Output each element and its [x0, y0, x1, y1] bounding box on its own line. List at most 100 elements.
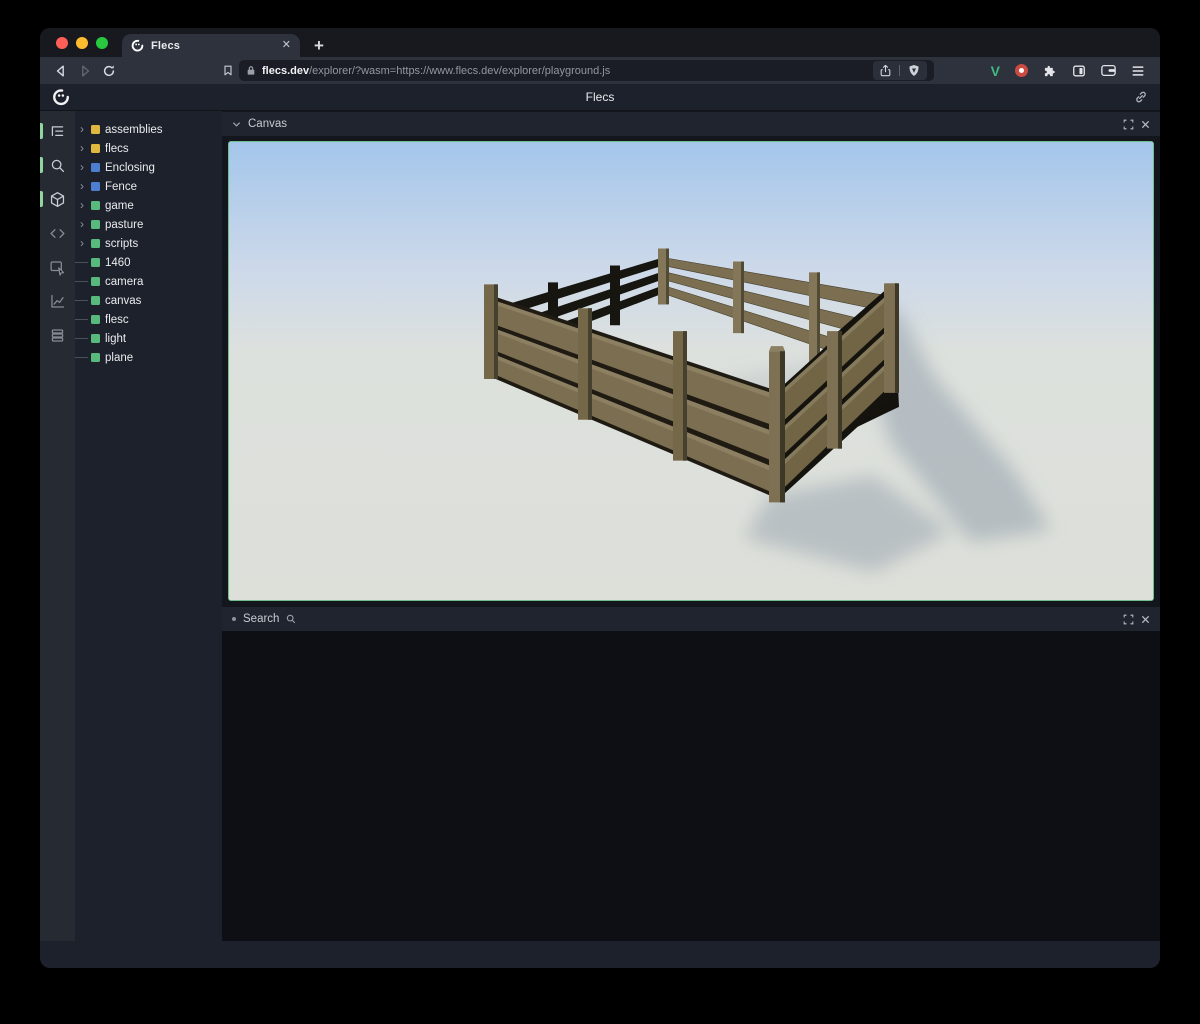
rail-code-button[interactable] [40, 220, 75, 246]
search-panel-body[interactable] [222, 631, 1160, 941]
tree-item-pasture[interactable]: › pasture [75, 215, 222, 234]
tree-item-1460[interactable]: 1460 [75, 253, 222, 272]
entity-label: light [105, 333, 126, 345]
wallet-icon[interactable] [1101, 64, 1116, 77]
rail-cube-button[interactable] [40, 186, 75, 212]
entity-label: flesc [105, 314, 129, 326]
rail-search-button[interactable] [40, 152, 75, 178]
flecs-logo [52, 88, 70, 106]
entity-label: game [105, 200, 134, 212]
extensions-puzzle-icon[interactable] [1043, 64, 1057, 78]
entity-color-square [91, 353, 100, 362]
tree-item-light[interactable]: light [75, 329, 222, 348]
entity-tree: ›assemblies›flecs›Enclosing›Fence›game›p… [75, 111, 222, 941]
brave-shield-icon[interactable] [908, 64, 920, 77]
zoom-button[interactable] [96, 37, 108, 49]
expand-chevron-icon[interactable]: › [75, 219, 89, 231]
leaf-line [75, 300, 88, 301]
app-header: Flecs [40, 84, 1160, 111]
tree-item-Fence[interactable]: › Fence [75, 177, 222, 196]
rail-inspector-button[interactable] [40, 254, 75, 280]
expand-chevron-icon[interactable]: › [75, 124, 89, 136]
entity-color-square [91, 182, 100, 191]
share-group [873, 61, 927, 80]
address-bar[interactable]: flecs.dev/explorer/?wasm=https://www.fle… [239, 60, 934, 81]
canvas-3d-viewport[interactable] [228, 141, 1154, 601]
rail-rows-button[interactable] [40, 322, 75, 348]
tab-title: Flecs [151, 40, 275, 52]
entity-label: Fence [105, 181, 137, 193]
expand-chevron-icon[interactable]: › [75, 238, 89, 250]
tab-close-icon[interactable]: ✕ [282, 40, 291, 51]
bookmark-icon[interactable] [222, 64, 234, 77]
tree-item-plane[interactable]: plane [75, 348, 222, 367]
entity-color-square [91, 258, 100, 267]
entity-color-square [91, 315, 100, 324]
rail-chart-button[interactable] [40, 288, 75, 314]
leaf-line [75, 319, 88, 320]
entity-color-square [91, 144, 100, 153]
entity-color-square [91, 334, 100, 343]
back-button[interactable] [49, 60, 73, 82]
leaf-line [75, 281, 88, 282]
sidebar-toggle-icon[interactable] [1072, 64, 1086, 78]
entity-label: Enclosing [105, 162, 155, 174]
tree-item-Enclosing[interactable]: › Enclosing [75, 158, 222, 177]
browser-tab[interactable]: Flecs ✕ [122, 34, 300, 57]
entity-color-square [91, 277, 100, 286]
collapsed-dot-icon[interactable] [232, 617, 236, 621]
entity-label: assemblies [105, 124, 163, 136]
entity-color-square [91, 239, 100, 248]
chevron-down-icon[interactable] [232, 120, 241, 129]
fullscreen-icon[interactable] [1123, 119, 1134, 130]
active-pill [40, 191, 43, 207]
flecs-explorer-app: Flecs ›assemblies›flecs›Enclosing›Fence›… [40, 84, 1160, 941]
main-panels: Canvas [222, 111, 1160, 941]
vue-devtools-icon[interactable]: V [991, 63, 1000, 79]
forward-button[interactable] [73, 60, 97, 82]
entity-label: pasture [105, 219, 143, 231]
menu-button[interactable] [1131, 65, 1145, 77]
tree-item-game[interactable]: › game [75, 196, 222, 215]
browser-window: Flecs ✕ + flecs.dev/explorer/?wasm=https… [40, 28, 1160, 968]
tree-item-flesc[interactable]: flesc [75, 310, 222, 329]
search-panel-title: Search [243, 613, 279, 625]
close-panel-icon[interactable] [1141, 120, 1150, 129]
expand-chevron-icon[interactable]: › [75, 143, 89, 155]
entity-label: 1460 [105, 257, 131, 269]
extension-badge-icon[interactable] [1015, 64, 1028, 77]
url-path: /explorer/?wasm=https://www.flecs.dev/ex… [309, 65, 610, 77]
expand-chevron-icon[interactable]: › [75, 162, 89, 174]
reload-button[interactable] [97, 60, 121, 82]
search-panel-header[interactable]: Search [222, 607, 1160, 631]
entity-color-square [91, 201, 100, 210]
close-panel-icon[interactable] [1141, 615, 1150, 624]
expand-chevron-icon[interactable]: › [75, 181, 89, 193]
canvas-panel-title: Canvas [248, 118, 287, 130]
entity-label: canvas [105, 295, 141, 307]
entity-label: scripts [105, 238, 138, 250]
entity-color-square [91, 296, 100, 305]
expand-chevron-icon[interactable]: › [75, 200, 89, 212]
tree-item-canvas[interactable]: canvas [75, 291, 222, 310]
tree-item-flecs[interactable]: ›flecs [75, 139, 222, 158]
inspector-icon [49, 259, 66, 276]
close-button[interactable] [56, 37, 68, 49]
code-icon [49, 225, 66, 242]
tree-item-assemblies[interactable]: › assemblies [75, 120, 222, 139]
permalink-icon[interactable] [1134, 90, 1148, 104]
minimize-button[interactable] [76, 37, 88, 49]
share-icon[interactable] [880, 64, 891, 77]
divider [899, 65, 900, 76]
new-tab-button[interactable]: + [314, 37, 324, 54]
url-host: flecs.dev [262, 65, 309, 77]
url-text: flecs.dev/explorer/?wasm=https://www.fle… [262, 65, 610, 77]
leaf-line [75, 357, 88, 358]
fullscreen-icon[interactable] [1123, 614, 1134, 625]
lock-icon [246, 65, 256, 76]
rail-tree-button[interactable] [40, 118, 75, 144]
tree-item-camera[interactable]: camera [75, 272, 222, 291]
canvas-panel-header[interactable]: Canvas [222, 112, 1160, 136]
tree-item-scripts[interactable]: › scripts [75, 234, 222, 253]
fence-scene [229, 142, 1153, 600]
